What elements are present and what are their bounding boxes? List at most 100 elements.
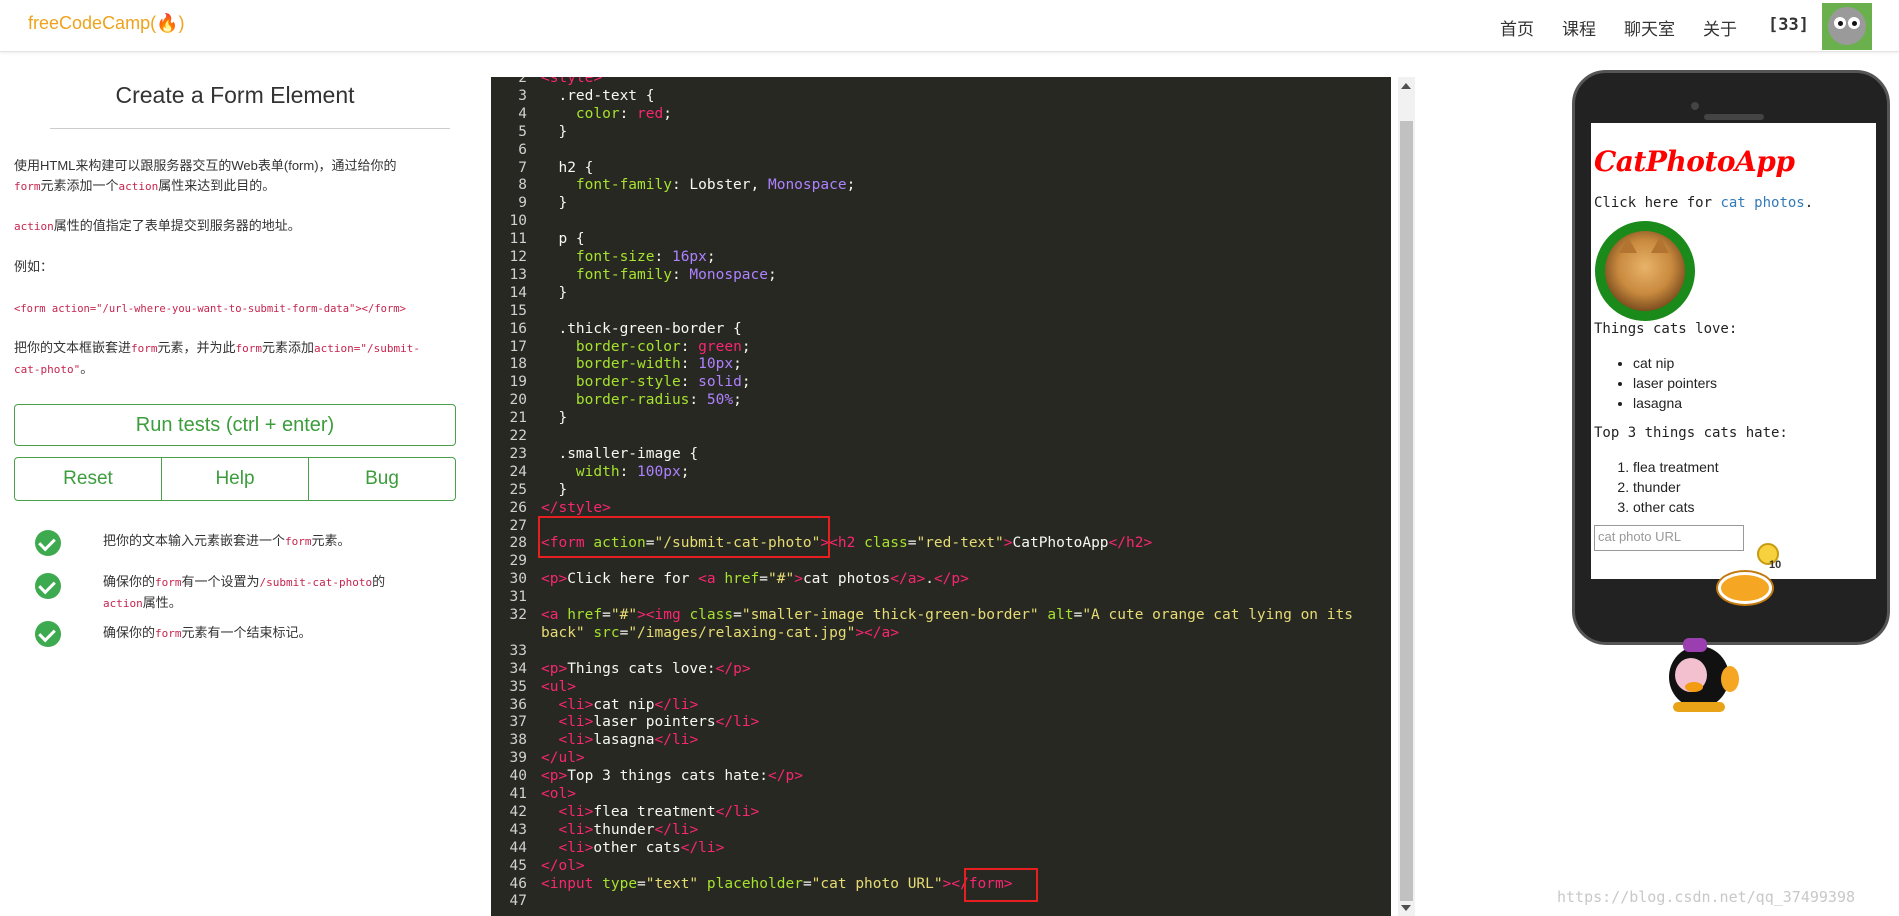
avatar[interactable] <box>1822 3 1872 50</box>
p5-text-d: 。 <box>80 361 94 376</box>
code-line[interactable]: </ul> <box>541 750 585 766</box>
line-number: 23 <box>509 445 527 462</box>
code-line[interactable]: <input type="text" placeholder="cat phot… <box>541 876 1012 892</box>
line-number: 32 <box>509 607 527 623</box>
nav-links: 首页 课程 聊天室 关于 <box>1500 15 1765 40</box>
speech-bubble-icon[interactable] <box>1718 572 1772 604</box>
line-number: 36 <box>509 696 527 713</box>
code-line[interactable]: back" src="/images/relaxing-cat.jpg"></a… <box>541 625 899 641</box>
list-item: lasagna <box>1633 393 1717 413</box>
lightbulb-icon[interactable]: 10 <box>1755 543 1781 573</box>
code-line[interactable]: } <box>541 285 567 301</box>
code-line[interactable]: .red-text { <box>541 88 654 104</box>
code-line[interactable]: <p>Things cats love:</p> <box>541 661 751 677</box>
action-button-group: Reset Help Bug <box>14 457 456 501</box>
code-line[interactable]: width: 100px; <box>541 464 690 480</box>
test3-text-b: 元素有一个结束标记。 <box>181 625 312 640</box>
nav-link-chat[interactable]: 聊天室 <box>1624 15 1675 40</box>
preview-cat-photos-link[interactable]: cat photos <box>1720 195 1804 211</box>
preview-love-heading: Things cats love: <box>1594 321 1738 337</box>
nav-link-courses[interactable]: 课程 <box>1562 15 1596 40</box>
line-number: 31 <box>509 589 527 606</box>
code-line[interactable]: border-width: 10px; <box>541 356 742 372</box>
help-button[interactable]: Help <box>162 457 309 501</box>
code-line[interactable]: <ol> <box>541 786 576 802</box>
code-line[interactable]: font-size: 16px; <box>541 249 716 265</box>
code-line[interactable]: <a href="#"><img class="smaller-image th… <box>541 607 1353 623</box>
code-line[interactable]: <li>flea treatment</li> <box>541 804 759 820</box>
check-icon <box>35 573 61 599</box>
list-item: thunder <box>1633 477 1719 497</box>
line-number: 25 <box>509 481 527 498</box>
code-line[interactable]: <ul> <box>541 679 576 695</box>
line-number: 38 <box>509 732 527 749</box>
code-line[interactable]: } <box>541 482 567 498</box>
line-number: 5 <box>518 123 527 140</box>
code-line[interactable]: } <box>541 124 567 140</box>
code-line[interactable]: h2 { <box>541 160 593 176</box>
code-line[interactable]: <p>Click here for <a href="#">cat photos… <box>541 571 969 587</box>
test1-text-b: 元素。 <box>311 533 351 548</box>
code-line[interactable]: <p>Top 3 things cats hate:</p> <box>541 768 803 784</box>
line-number: 18 <box>509 356 527 373</box>
code-line[interactable]: .thick-green-border { <box>541 321 741 337</box>
test3-code: form <box>155 627 182 640</box>
reset-button[interactable]: Reset <box>14 457 162 501</box>
penguin-mascot-icon[interactable] <box>1655 638 1741 714</box>
test2-code3: action <box>103 597 143 610</box>
navbar: freeCodeCamp(🔥) 首页 课程 聊天室 关于 [33] <box>0 0 1899 52</box>
points-count[interactable]: [33] <box>1768 15 1809 35</box>
code-line[interactable]: border-style: solid; <box>541 374 751 390</box>
code-line[interactable]: border-radius: 50%; <box>541 392 742 408</box>
code-line[interactable]: <li>laser pointers</li> <box>541 714 759 730</box>
test2-text-b: 有一个设置为 <box>181 574 260 589</box>
p5-code-action-cont: cat-photo" <box>14 363 81 376</box>
code-line[interactable]: } <box>541 195 567 211</box>
list-item: other cats <box>1633 497 1719 517</box>
bug-button[interactable]: Bug <box>309 457 456 501</box>
nav-link-about[interactable]: 关于 <box>1703 15 1737 40</box>
p1-code-form: form <box>14 180 41 193</box>
lesson-example: <form action="/url-where-you-want-to-sub… <box>14 298 454 319</box>
test2-text-c: 的 <box>372 574 386 589</box>
line-number: 42 <box>509 803 527 820</box>
code-line[interactable]: <style> <box>541 77 602 86</box>
scroll-up-arrow-icon[interactable] <box>1401 83 1411 89</box>
code-editor[interactable]: 2 <style> 3 .red-text {4 color: red; 5 } 6 7 … <box>491 77 1391 916</box>
scroll-thumb[interactable] <box>1400 121 1413 901</box>
editor-scrollbar[interactable] <box>1398 77 1415 916</box>
code-line[interactable]: color: red; <box>541 106 672 122</box>
code-line[interactable]: } <box>541 410 567 426</box>
code-line[interactable]: <li>other cats</li> <box>541 840 724 856</box>
phone-preview-frame: CatPhotoApp Click here for cat photos. T… <box>1572 70 1890 645</box>
test2-text-d: 属性。 <box>142 595 182 610</box>
code-line[interactable]: </ol> <box>541 858 585 874</box>
scroll-down-arrow-icon[interactable] <box>1401 905 1411 911</box>
code-line[interactable]: <li>thunder</li> <box>541 822 698 838</box>
code-line[interactable]: <li>cat nip</li> <box>541 697 698 713</box>
test2-code: form <box>155 576 182 589</box>
code-line[interactable]: <li>lasagna</li> <box>541 732 698 748</box>
preview-cat-image[interactable] <box>1595 221 1695 321</box>
line-number: 28 <box>509 535 527 552</box>
freecodecamp-logo[interactable]: freeCodeCamp(🔥) <box>28 13 184 34</box>
line-number: 8 <box>518 177 527 194</box>
code-line[interactable]: </style> <box>541 500 611 516</box>
line-number: 43 <box>509 821 527 838</box>
p5-code-form2: form <box>235 342 263 355</box>
code-line[interactable]: p { <box>541 231 584 247</box>
lesson-paragraph-2: action属性的值指定了表单提交到服务器的地址。 <box>14 216 454 237</box>
nav-link-home[interactable]: 首页 <box>1500 15 1534 40</box>
cat-ear-left <box>1619 237 1637 253</box>
code-line[interactable]: border-color: green; <box>541 339 751 355</box>
line-number: 13 <box>509 266 527 283</box>
line-number: 16 <box>509 320 527 337</box>
line-number: 4 <box>518 105 527 122</box>
run-tests-button[interactable]: Run tests (ctrl + enter) <box>14 404 456 446</box>
code-line[interactable]: .smaller-image { <box>541 446 698 462</box>
preview-url-input[interactable]: cat photo URL <box>1594 525 1744 551</box>
code-line[interactable]: font-family: Monospace; <box>541 267 777 283</box>
code-line[interactable]: font-family: Lobster, Monospace; <box>541 177 855 193</box>
highlight-box-form-close <box>964 868 1038 902</box>
line-number: 21 <box>509 410 527 427</box>
